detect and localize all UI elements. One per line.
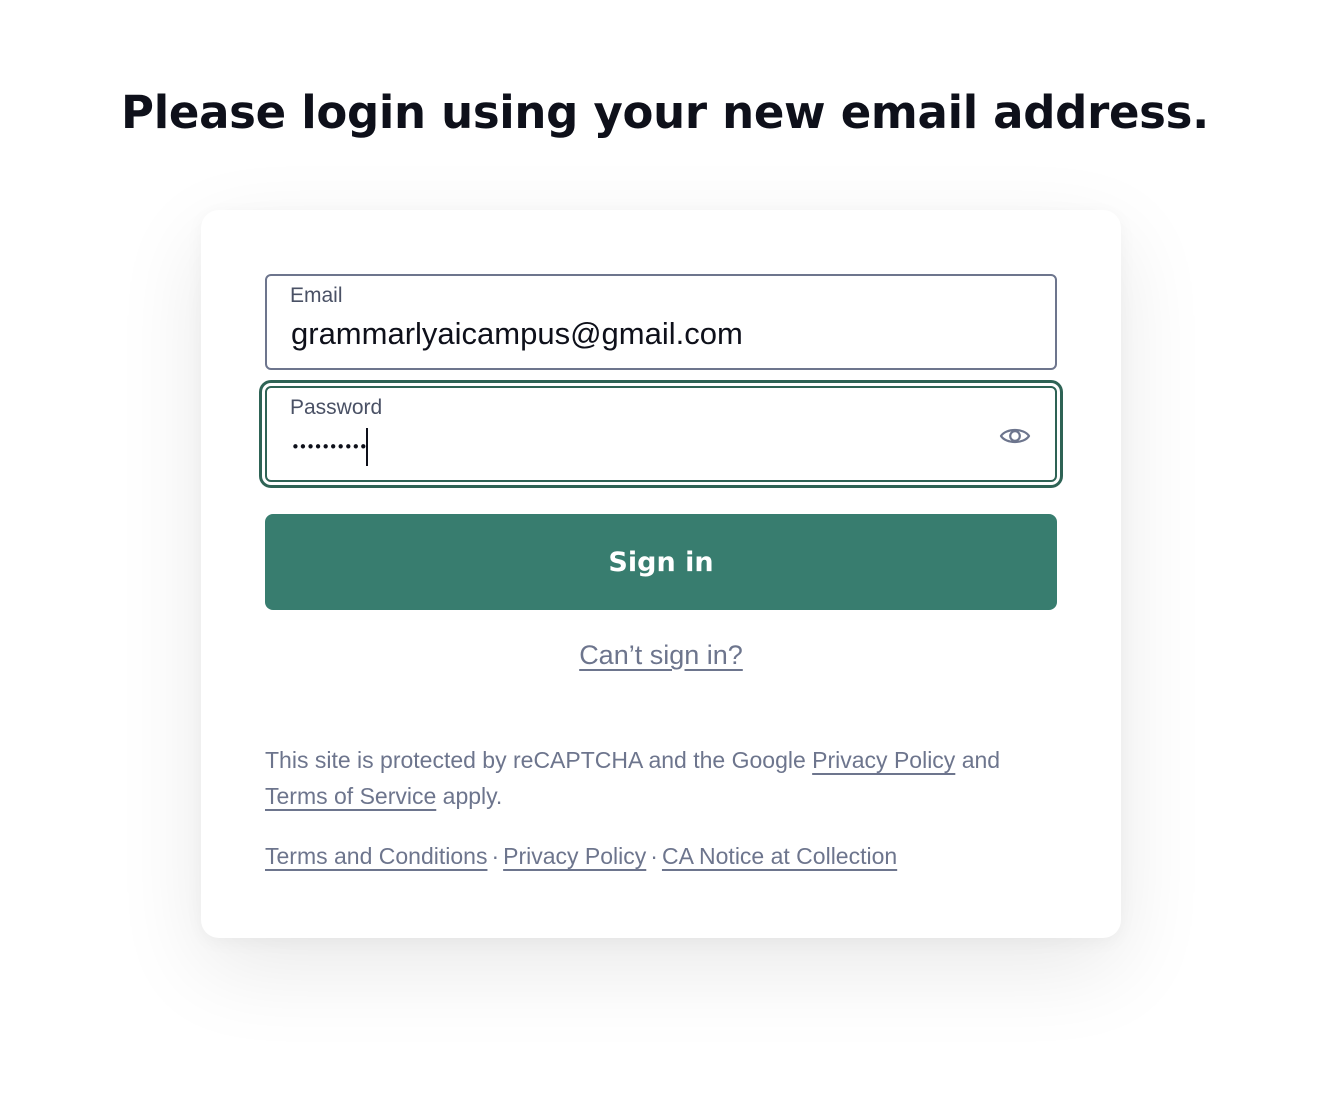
email-input-value[interactable]: grammarlyaicampus@gmail.com — [291, 316, 743, 352]
ca-notice-link[interactable]: CA Notice at Collection — [662, 843, 897, 869]
google-terms-of-service-link[interactable]: Terms of Service — [265, 783, 436, 809]
cant-sign-in-row: Can’t sign in? — [201, 640, 1121, 671]
show-password-button[interactable] — [997, 418, 1033, 454]
email-label: Email — [290, 284, 343, 307]
email-field[interactable]: Email grammarlyaicampus@gmail.com — [265, 274, 1057, 370]
cant-sign-in-link[interactable]: Can’t sign in? — [579, 640, 743, 670]
password-label: Password — [290, 396, 383, 419]
recaptcha-middle: and — [955, 747, 1001, 773]
login-page: Please login using your new email addres… — [0, 0, 1330, 1120]
footer-links: Terms and Conditions · Privacy Policy · CA N… — [265, 838, 1065, 874]
recaptcha-suffix: apply. — [436, 783, 503, 809]
page-title: Please login using your new email addres… — [121, 86, 1209, 139]
terms-and-conditions-link[interactable]: Terms and Conditions — [265, 843, 487, 869]
sign-in-button[interactable]: Sign in — [265, 514, 1057, 610]
text-caret — [366, 428, 368, 466]
google-privacy-policy-link[interactable]: Privacy Policy — [812, 747, 955, 773]
recaptcha-prefix: This site is protected by reCAPTCHA and … — [265, 747, 813, 773]
password-field[interactable]: Password •••••••••• — [265, 386, 1057, 482]
password-input-value[interactable]: •••••••••• — [291, 430, 368, 464]
recaptcha-notice: This site is protected by reCAPTCHA and … — [265, 742, 1065, 814]
privacy-policy-link[interactable]: Privacy Policy — [503, 843, 646, 869]
login-card: Email grammarlyaicampus@gmail.com Passwo… — [201, 210, 1121, 938]
footer-separator: · — [491, 843, 500, 869]
footer-separator: · — [650, 843, 658, 869]
eye-icon — [999, 428, 1031, 444]
